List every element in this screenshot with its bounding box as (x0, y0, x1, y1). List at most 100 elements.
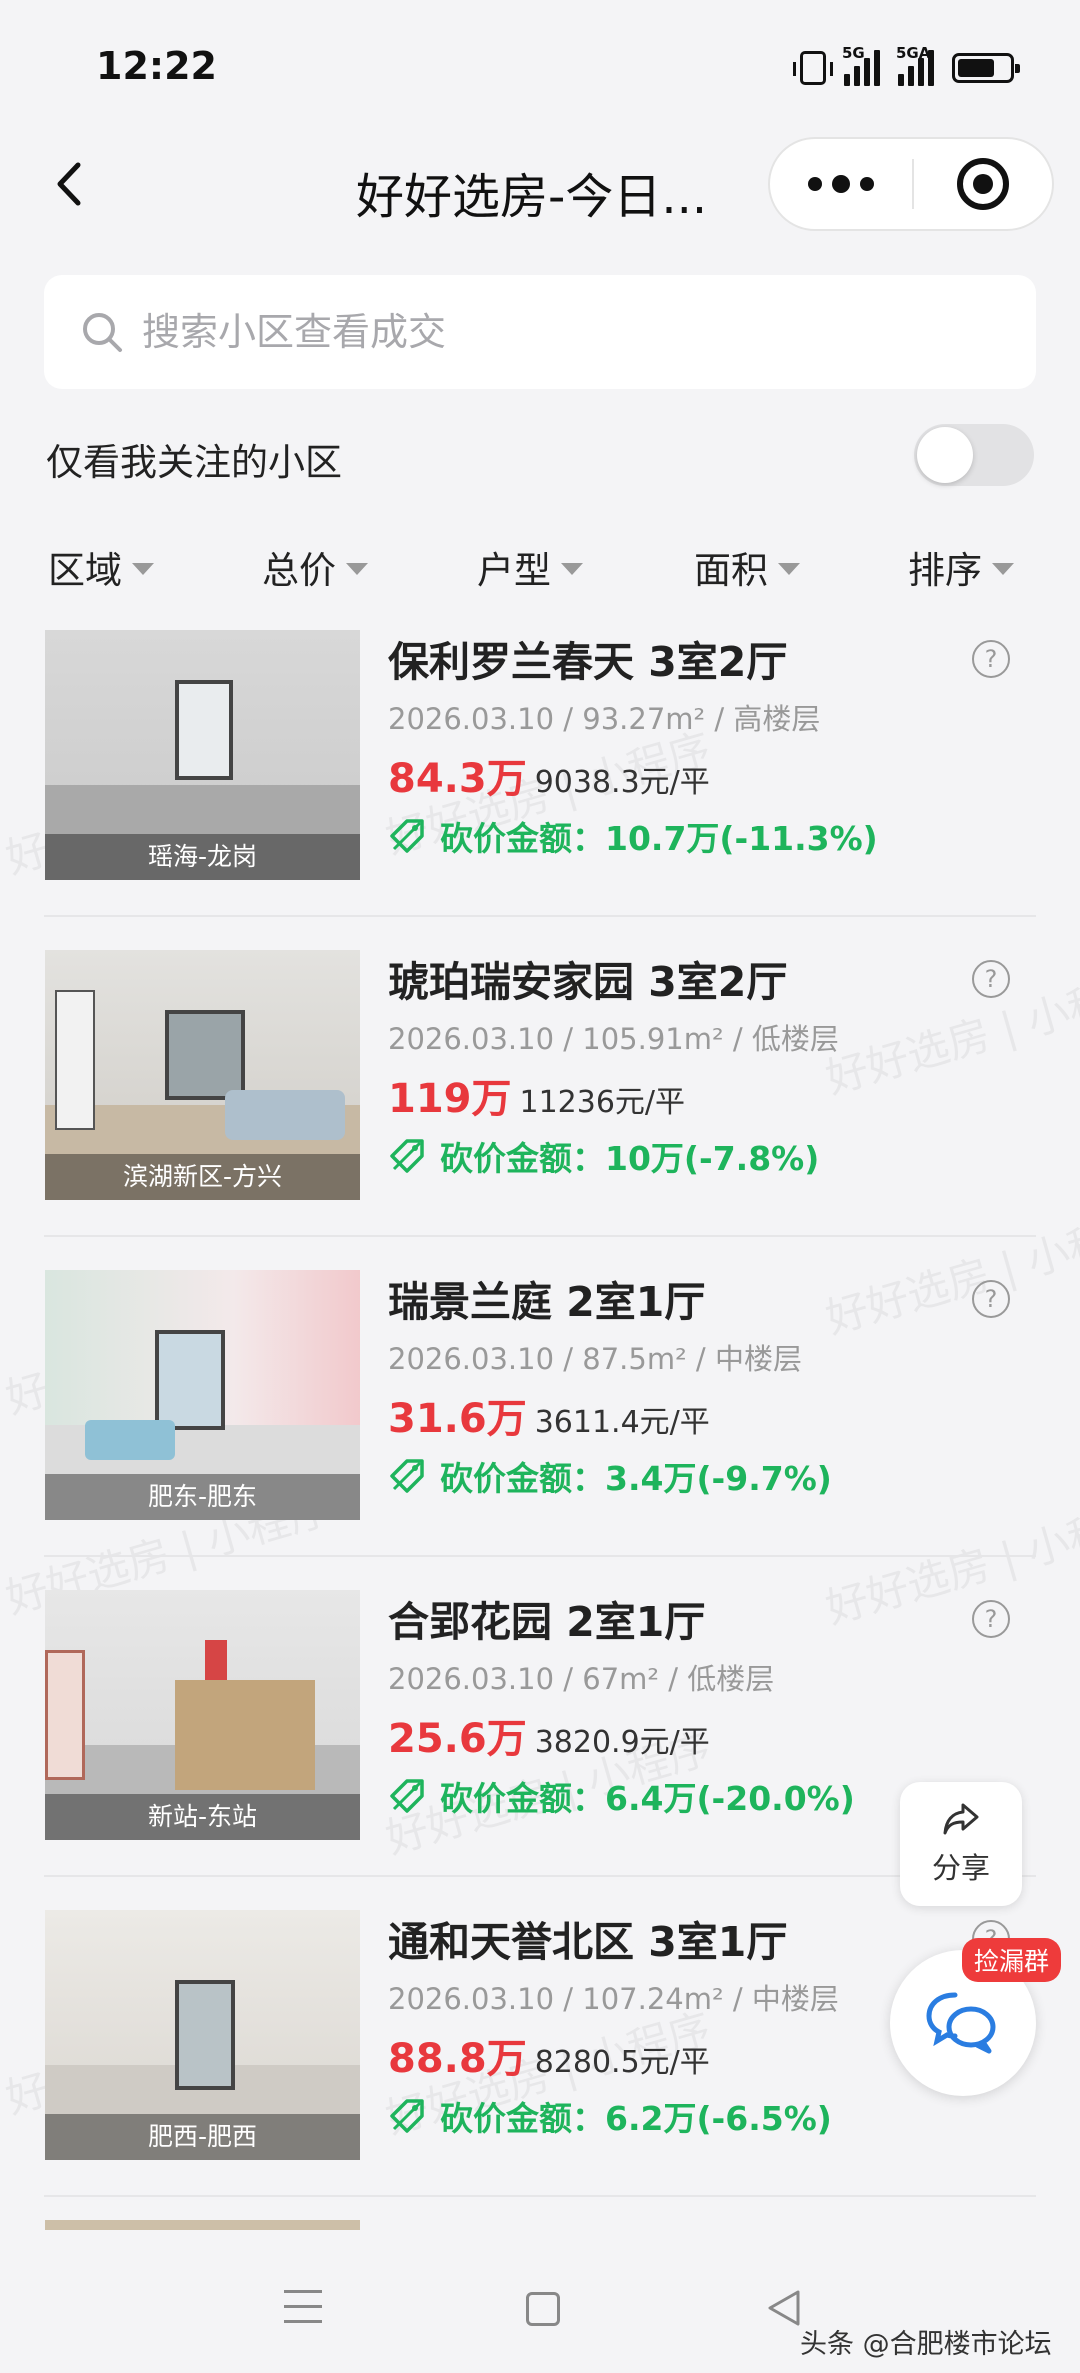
status-time: 12:22 (96, 44, 217, 88)
divider (44, 2195, 1036, 2197)
signal-5g-label: 5G (842, 44, 865, 62)
caret-down-icon (561, 563, 583, 575)
meta-separator: / (554, 1662, 583, 1696)
signal-5ga-label: 5GA (896, 44, 931, 62)
system-nav-bar: 头条 @合肥楼市论坛 (0, 2230, 1080, 2373)
help-icon[interactable]: ? (972, 640, 1010, 678)
filter-label: 面积 (694, 549, 768, 592)
caret-down-icon (132, 563, 154, 575)
price-cut-text: 砍价金额：10.7万(-11.3%) (440, 819, 878, 858)
filter-label: 户型 (477, 549, 551, 592)
filter-label: 排序 (908, 549, 982, 592)
listing-item[interactable]: 肥东-肥东 瑞景兰庭 2室1厅 ? 2026.03.10 / 87.5m² / … (0, 1260, 1080, 1580)
listing-photo: 肥东-肥东 (45, 1270, 360, 1520)
listing-price: 31.6万 3611.4元/平 (388, 1386, 710, 1444)
district-tag: 瑶海-龙岗 (45, 834, 360, 880)
price-tag-icon (390, 819, 424, 853)
vibrate-icon (793, 51, 833, 85)
search-input[interactable] (142, 310, 942, 354)
price-tag-icon (390, 1459, 424, 1493)
filter-label: 区域 (48, 549, 122, 592)
help-icon[interactable]: ? (972, 960, 1010, 998)
signal-5ga-icon: 5GA (896, 44, 934, 86)
price-tag-icon (390, 1779, 424, 1813)
meta-separator: / (554, 1022, 583, 1056)
recent-apps-button[interactable] (284, 2290, 322, 2324)
price-cut-text: 砍价金额：10万(-7.8%) (440, 1139, 820, 1178)
share-icon (943, 1803, 979, 1835)
close-miniapp-button[interactable] (914, 158, 1052, 210)
unit-price: 3820.9元/平 (534, 1725, 710, 1760)
listing-area: 105.91m² (582, 1022, 724, 1056)
district-tag: 肥西-肥西 (45, 2114, 360, 2160)
deal-date: 2026.03.10 (388, 1662, 555, 1696)
divider (44, 915, 1036, 917)
listing-title: 保利罗兰春天 3室2厅 (388, 638, 788, 686)
caret-down-icon (778, 563, 800, 575)
help-icon[interactable]: ? (972, 1280, 1010, 1318)
system-back-icon[interactable] (766, 2288, 802, 2328)
filter-region[interactable]: 区域 (48, 540, 154, 594)
district-tag: 新站-东站 (45, 1794, 360, 1840)
listing-area: 107.24m² (582, 1982, 724, 2016)
meta-separator: / (554, 702, 583, 736)
listing-title: 合郢花园 2室1厅 (388, 1598, 706, 1646)
listing-floor: 低楼层 (687, 1662, 775, 1696)
status-icons: 5G 5GA (793, 44, 1020, 86)
filter-total-price[interactable]: 总价 (262, 540, 368, 594)
dot-icon (860, 177, 874, 191)
meta-separator: / (686, 1342, 715, 1376)
listing-item[interactable]: 瑶海-龙岗 保利罗兰春天 3室2厅 ? 2026.03.10 / 93.27m²… (0, 620, 1080, 940)
listing-photo: 肥西-肥西 (45, 1910, 360, 2160)
listing-meta: 2026.03.10 / 107.24m² / 中楼层 (388, 1976, 839, 2018)
more-options-button[interactable] (770, 139, 912, 229)
meta-separator: / (723, 1982, 752, 2016)
unit-price: 9038.3元/平 (534, 765, 710, 800)
chat-badge: 捡漏群 (962, 1938, 1062, 1982)
home-button[interactable] (526, 2292, 560, 2326)
filter-sort[interactable]: 排序 (908, 540, 1014, 594)
divider (44, 1875, 1036, 1877)
deal-date: 2026.03.10 (388, 1342, 555, 1376)
listing-title: 琥珀瑞安家园 3室2厅 (388, 958, 788, 1006)
price-cut: 砍价金额：6.2万(-6.5%) (388, 2092, 832, 2140)
price-cut: 砍价金额：10.7万(-11.3%) (388, 812, 878, 860)
search-icon (83, 313, 122, 352)
unit-price: 8280.5元/平 (534, 2045, 710, 2080)
next-listing-photo-peek (45, 2220, 360, 2230)
help-icon[interactable]: ? (972, 1600, 1010, 1638)
listing-floor: 高楼层 (733, 702, 821, 736)
listing-price: 119万 11236元/平 (388, 1066, 685, 1124)
total-price: 25.6万 (388, 1716, 527, 1762)
listing-price: 84.3万 9038.3元/平 (388, 746, 710, 804)
listing-floor: 中楼层 (751, 1982, 839, 2016)
filter-area[interactable]: 面积 (694, 540, 800, 594)
deal-date: 2026.03.10 (388, 702, 555, 736)
listing-photo: 滨湖新区-方兴 (45, 950, 360, 1200)
total-price: 88.8万 (388, 2036, 527, 2082)
listing-item[interactable]: 滨湖新区-方兴 琥珀瑞安家园 3室2厅 ? 2026.03.10 / 105.9… (0, 940, 1080, 1260)
chat-bubbles-icon (926, 1992, 996, 2054)
listing-meta: 2026.03.10 / 93.27m² / 高楼层 (388, 696, 820, 738)
back-arrow-icon[interactable] (46, 159, 96, 209)
meta-separator: / (705, 702, 734, 736)
follow-toggle[interactable] (914, 424, 1034, 486)
nav-bar: 好好选房-今日... (0, 135, 1080, 235)
filter-layout[interactable]: 户型 (477, 540, 583, 594)
search-bar[interactable] (44, 275, 1036, 389)
listing-meta: 2026.03.10 / 105.91m² / 低楼层 (388, 1016, 839, 1058)
deal-date: 2026.03.10 (388, 1022, 555, 1056)
caret-down-icon (992, 563, 1014, 575)
share-button[interactable]: 分享 (900, 1782, 1022, 1906)
divider (44, 1235, 1036, 1237)
listing-photo: 新站-东站 (45, 1590, 360, 1840)
listing-area: 87.5m² (582, 1342, 687, 1376)
target-icon (957, 158, 1009, 210)
price-tag-icon (390, 2099, 424, 2133)
unit-price: 11236元/平 (519, 1085, 686, 1120)
listing-area: 67m² (582, 1662, 660, 1696)
listing-meta: 2026.03.10 / 67m² / 低楼层 (388, 1656, 774, 1698)
battery-icon (952, 53, 1020, 83)
meta-separator: / (554, 1982, 583, 2016)
price-cut: 砍价金额：10万(-7.8%) (388, 1132, 819, 1180)
